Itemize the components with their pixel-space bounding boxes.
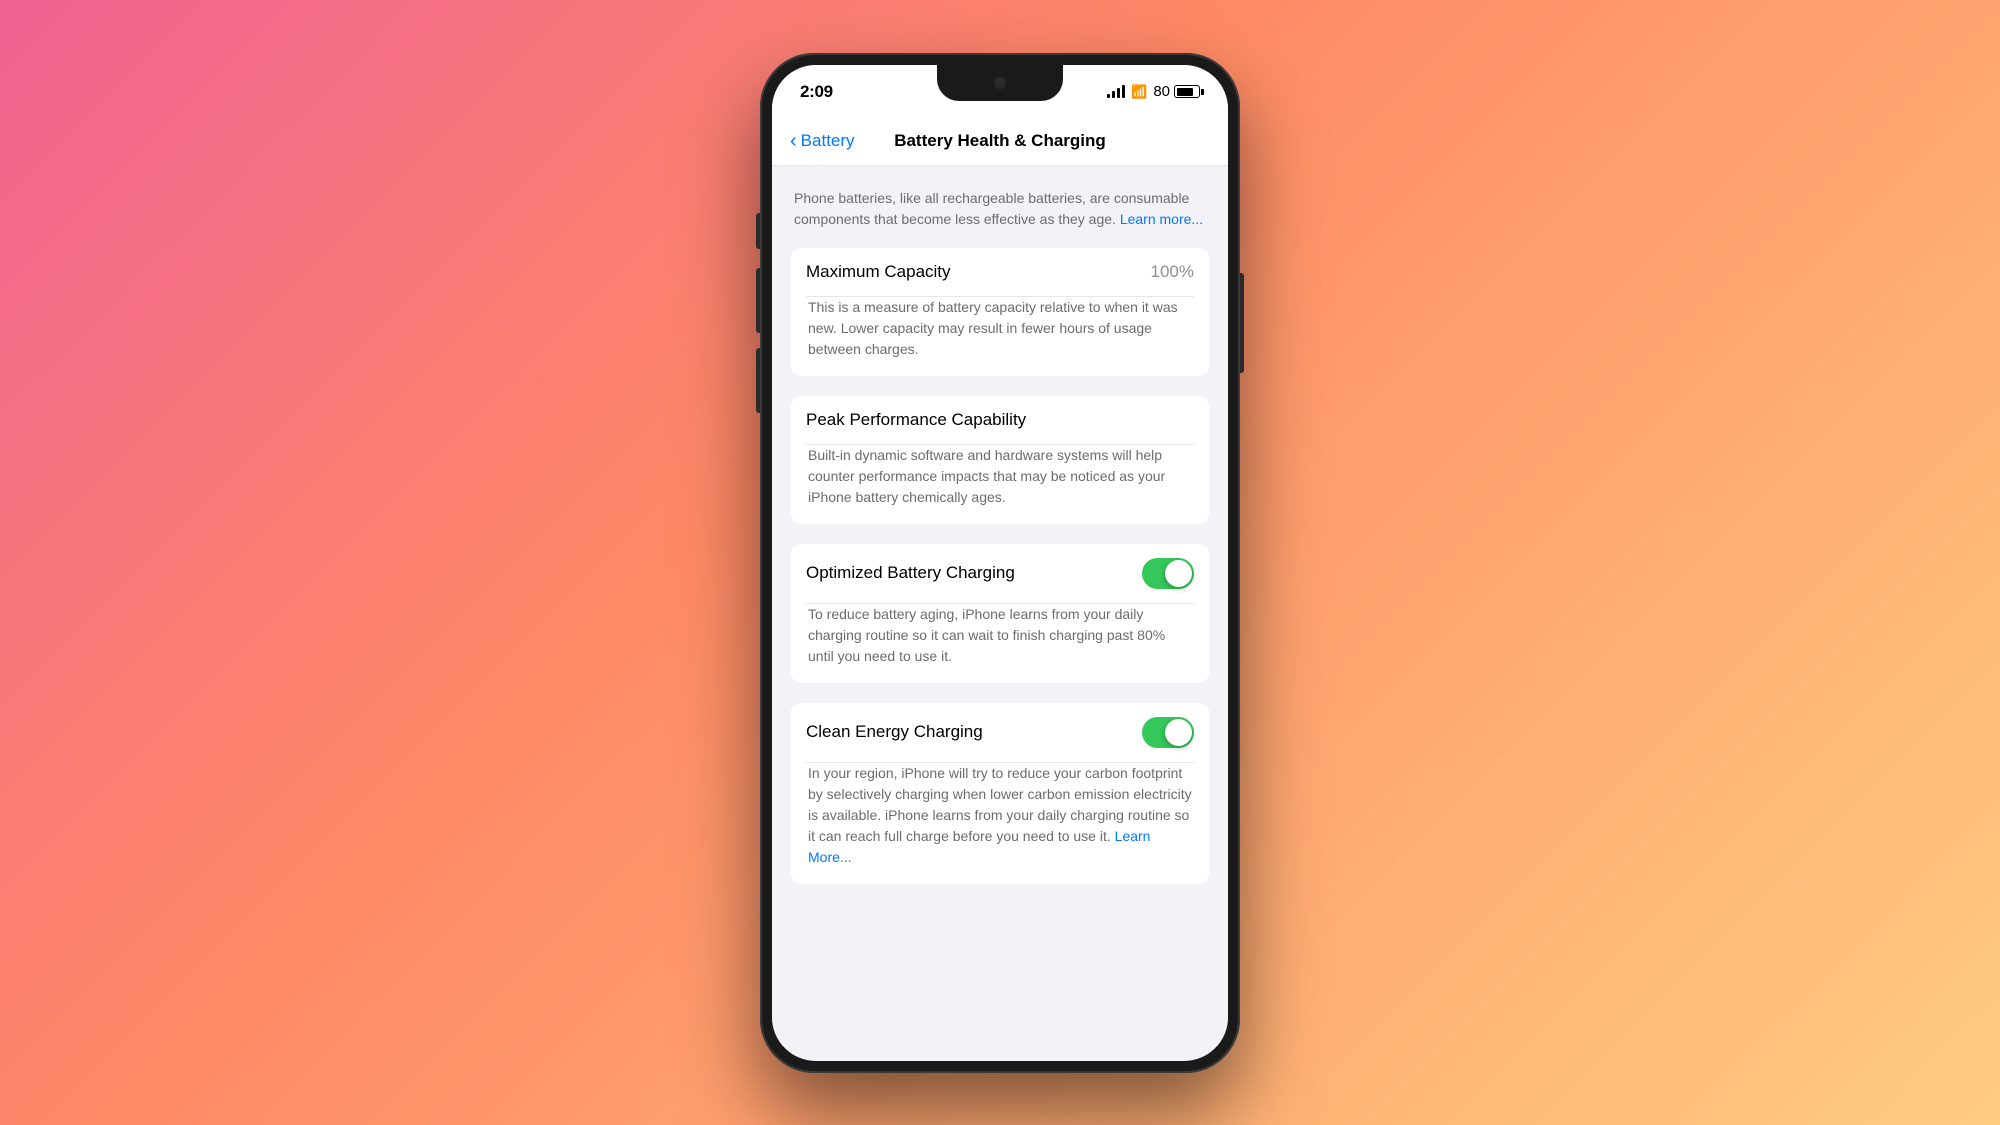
clean-energy-label: Clean Energy Charging <box>806 722 983 742</box>
battery-fill <box>1177 88 1194 96</box>
notch <box>937 65 1063 101</box>
back-chevron-icon: ‹ <box>790 131 797 151</box>
signal-icon <box>1107 85 1125 98</box>
optimized-charging-description: To reduce battery aging, iPhone learns f… <box>790 604 1210 683</box>
max-capacity-label: Maximum Capacity <box>806 262 951 282</box>
clean-energy-toggle[interactable] <box>1142 717 1194 748</box>
clean-energy-row: Clean Energy Charging <box>790 703 1210 762</box>
max-capacity-card: Maximum Capacity 100% This is a measure … <box>790 248 1210 376</box>
page-title: Battery Health & Charging <box>894 131 1106 151</box>
back-button[interactable]: ‹ Battery <box>790 131 855 151</box>
peak-performance-row: Peak Performance Capability <box>790 396 1210 444</box>
phone-screen: 2:09 📶 80 <box>772 65 1228 1061</box>
max-capacity-description: This is a measure of battery capacity re… <box>790 297 1210 376</box>
optimized-charging-row: Optimized Battery Charging <box>790 544 1210 603</box>
clean-energy-card: Clean Energy Charging In your region, iP… <box>790 703 1210 884</box>
nav-bar: ‹ Battery Battery Health & Charging <box>772 119 1228 166</box>
clean-energy-description: In your region, iPhone will try to reduc… <box>790 763 1210 884</box>
toggle-knob <box>1165 560 1192 587</box>
optimized-charging-toggle[interactable] <box>1142 558 1194 589</box>
battery-percent: 80 <box>1153 83 1170 100</box>
power-button <box>1240 273 1244 373</box>
camera-dot <box>994 77 1006 89</box>
content-area: Phone batteries, like all rechargeable b… <box>772 166 1228 1046</box>
back-label: Battery <box>801 131 855 151</box>
section-gap2 <box>790 532 1210 544</box>
optimized-charging-card: Optimized Battery Charging To reduce bat… <box>790 544 1210 683</box>
status-time: 2:09 <box>800 82 833 102</box>
intro-description: Phone batteries, like all rechargeable b… <box>790 188 1210 230</box>
wifi-icon: 📶 <box>1131 84 1147 100</box>
status-bar: 2:09 📶 80 <box>772 65 1228 119</box>
peak-performance-card: Peak Performance Capability Built-in dyn… <box>790 396 1210 524</box>
battery-status: 80 <box>1153 83 1200 100</box>
section-gap <box>790 384 1210 396</box>
peak-performance-description: Built-in dynamic software and hardware s… <box>790 445 1210 524</box>
peak-performance-label: Peak Performance Capability <box>806 410 1026 430</box>
phone-frame: 2:09 📶 80 <box>760 53 1240 1073</box>
mute-button <box>756 213 760 249</box>
max-capacity-value: 100% <box>1151 262 1194 282</box>
volume-down-button <box>756 348 760 413</box>
toggle-knob2 <box>1165 719 1192 746</box>
section-gap3 <box>790 691 1210 703</box>
max-capacity-row: Maximum Capacity 100% <box>790 248 1210 296</box>
status-icons: 📶 80 <box>1107 83 1200 100</box>
learn-more-link[interactable]: Learn more... <box>1120 211 1203 227</box>
volume-up-button <box>756 268 760 333</box>
battery-icon <box>1174 85 1200 98</box>
optimized-charging-label: Optimized Battery Charging <box>806 563 1015 583</box>
